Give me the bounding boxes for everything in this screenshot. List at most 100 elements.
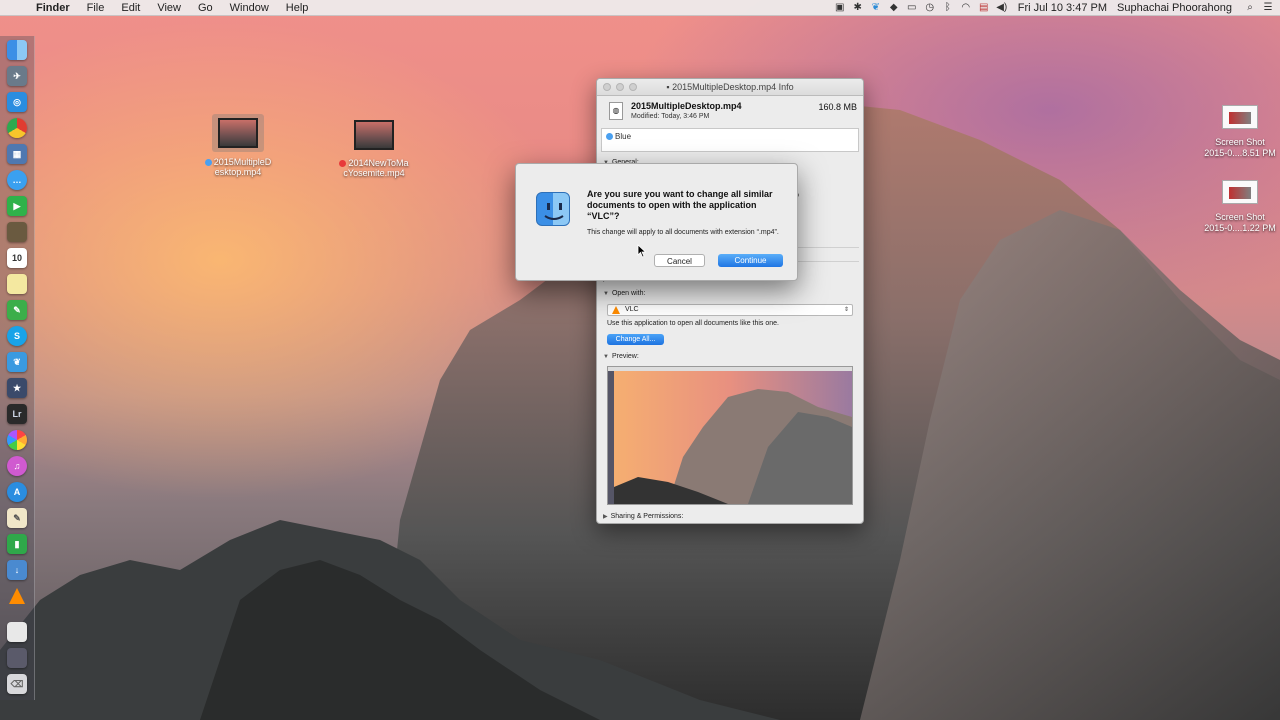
- numbers-icon[interactable]: ▮: [7, 534, 27, 554]
- menu-clock[interactable]: Fri Jul 10 3:47 PM: [1018, 2, 1107, 14]
- video-thumbnail: [354, 120, 394, 150]
- zoom-button[interactable]: [629, 83, 637, 91]
- updown-arrows-icon: ⇕: [843, 307, 849, 313]
- alert-informative-text: This change will apply to all documents …: [587, 229, 779, 236]
- change-all-button[interactable]: Change All...: [607, 334, 664, 345]
- vlc-icon[interactable]: [7, 586, 27, 606]
- finder-face: [544, 203, 564, 220]
- screen-record-icon[interactable]: ▣: [834, 2, 846, 13]
- safari-icon[interactable]: ◎: [7, 92, 27, 112]
- tag-blue[interactable]: Blue: [606, 132, 631, 141]
- tag-dot-blue: [204, 159, 212, 167]
- section-preview[interactable]: ▼ Preview:: [603, 353, 639, 360]
- section-sharing-permissions[interactable]: ▶ Sharing & Permissions:: [603, 513, 683, 520]
- airplay-icon[interactable]: ▭: [906, 2, 918, 13]
- spotlight-search-icon[interactable]: ⌕: [1244, 2, 1256, 13]
- vlc-cone-icon: [612, 306, 620, 314]
- photo-app-icon[interactable]: [7, 222, 27, 242]
- file-label-line1: Screen Shot: [1215, 137, 1265, 147]
- info-window-titlebar[interactable]: ▪ 2015MultipleDesktop.mp4 Info: [597, 79, 863, 96]
- menu-edit[interactable]: Edit: [121, 2, 140, 14]
- menu-file[interactable]: File: [87, 2, 105, 14]
- alert-message: Are you sure you want to change all simi…: [587, 189, 773, 221]
- downloads-stack-icon[interactable]: ↓: [7, 560, 27, 580]
- preview-image: [607, 366, 853, 505]
- input-flag-icon[interactable]: ▤: [978, 2, 990, 13]
- tag-label: Blue: [615, 132, 632, 141]
- file-label-line2: esktop.mp4: [214, 167, 262, 177]
- info-window-title: 2015MultipleDesktop.mp4 Info: [672, 82, 794, 92]
- desktop-stack-icon[interactable]: [7, 648, 27, 668]
- lightroom-icon[interactable]: Lr: [7, 404, 27, 424]
- finder-icon: [536, 192, 570, 226]
- open-with-note: Use this application to open all documen…: [607, 320, 779, 327]
- disclosure-triangle-icon: ▼: [603, 291, 609, 297]
- notes-icon[interactable]: [7, 274, 27, 294]
- facetime-icon[interactable]: ▶: [7, 196, 27, 216]
- twitter-app-icon[interactable]: ❦: [7, 352, 27, 372]
- tag-dot-blue: [606, 133, 613, 141]
- modified-date: Modified: Today, 3:46 PM: [631, 113, 710, 120]
- preview-app-icon[interactable]: ▦: [7, 144, 27, 164]
- change-all-confirmation-dialog: Are you sure you want to change all simi…: [515, 163, 798, 281]
- desktop-screenshot-1[interactable]: Screen Shot 2015-0....8.51 PM: [1200, 105, 1280, 159]
- menu-go[interactable]: Go: [198, 2, 213, 14]
- minimize-button[interactable]: [616, 83, 624, 91]
- open-with-popup[interactable]: VLC ⇕: [607, 304, 853, 316]
- menu-user[interactable]: Suphachai Phoorahong: [1117, 2, 1232, 14]
- desktop-screenshot-2[interactable]: Screen Shot 2015-0....1.22 PM: [1200, 180, 1280, 234]
- trash-icon[interactable]: ⌫: [7, 674, 27, 694]
- mp4-file-icon: ◍: [609, 102, 623, 120]
- messages-icon[interactable]: …: [7, 170, 27, 190]
- menu-help[interactable]: Help: [286, 2, 309, 14]
- launchpad-icon[interactable]: ✈: [7, 66, 27, 86]
- notification-icon[interactable]: ✱: [852, 2, 864, 13]
- itunes-icon[interactable]: ♫: [7, 456, 27, 476]
- file-label-line1: Screen Shot: [1215, 212, 1265, 222]
- textedit-icon[interactable]: ✎: [7, 508, 27, 528]
- desktop-file-2015multipledesktop[interactable]: 2015MultipleD esktop.mp4: [193, 114, 283, 177]
- photos-icon[interactable]: [7, 430, 27, 450]
- menu-window[interactable]: Window: [230, 2, 269, 14]
- info-header: ◍ 2015MultipleDesktop.mp4 160.8 MB Modif…: [597, 96, 863, 126]
- finder-icon[interactable]: [7, 40, 27, 60]
- section-label: Open with:: [611, 290, 646, 297]
- skype-icon[interactable]: S: [7, 326, 27, 346]
- disclosure-triangle-icon: ▶: [603, 514, 608, 520]
- imovie-icon[interactable]: ★: [7, 378, 27, 398]
- video-thumbnail: [218, 118, 258, 148]
- calendar-icon[interactable]: 10: [7, 248, 27, 268]
- documents-stack-icon[interactable]: [7, 622, 27, 642]
- file-label-line2: cYosemite.mp4: [343, 168, 405, 178]
- notification-center-icon[interactable]: ☰: [1262, 2, 1274, 13]
- desktop-file-2014newtomacyosemite[interactable]: 2014NewToMa cYosemite.mp4: [329, 120, 419, 178]
- twitter-icon[interactable]: ❦: [870, 2, 882, 13]
- close-button[interactable]: [603, 83, 611, 91]
- app-store-icon[interactable]: A: [7, 482, 27, 502]
- screenshot-thumbnail: [1222, 105, 1258, 129]
- file-size: 160.8 MB: [818, 102, 857, 112]
- screenshot-thumbnail: [1222, 180, 1258, 204]
- continue-button[interactable]: Continue: [718, 254, 783, 267]
- file-label-line2: 2015-0....1.22 PM: [1204, 223, 1276, 233]
- section-open-with[interactable]: ▼ Open with:: [603, 290, 645, 297]
- tags-field[interactable]: Blue: [601, 128, 859, 152]
- file-label-line1: 2015MultipleD: [213, 157, 272, 167]
- tag-dot-red: [339, 160, 347, 168]
- chrome-icon[interactable]: [7, 118, 27, 138]
- menu-view[interactable]: View: [157, 2, 181, 14]
- wifi-icon[interactable]: ◠: [960, 2, 972, 13]
- file-label-line1: 2014NewToMa: [348, 158, 409, 168]
- mouse-cursor-icon: [637, 244, 647, 258]
- menu-app-finder[interactable]: Finder: [36, 2, 70, 14]
- get-info-window: ▪ 2015MultipleDesktop.mp4 Info ◍ 2015Mul…: [596, 78, 864, 524]
- volume-icon[interactable]: ◀): [996, 2, 1008, 13]
- dock: ✈ ◎ ▦ … ▶ 10 ✎ S ❦ ★ Lr ♫ A ✎ ▮ ↓ ⌫: [0, 36, 35, 700]
- dropbox-icon[interactable]: ◆: [888, 2, 900, 13]
- disclosure-triangle-icon: ▼: [603, 354, 609, 360]
- time-machine-icon[interactable]: ◷: [924, 2, 936, 13]
- menu-bar: Finder File Edit View Go Window Help ▣ ✱…: [0, 0, 1280, 16]
- cancel-button[interactable]: Cancel: [654, 254, 705, 267]
- evernote-icon[interactable]: ✎: [7, 300, 27, 320]
- bluetooth-icon[interactable]: ᛒ: [942, 2, 954, 13]
